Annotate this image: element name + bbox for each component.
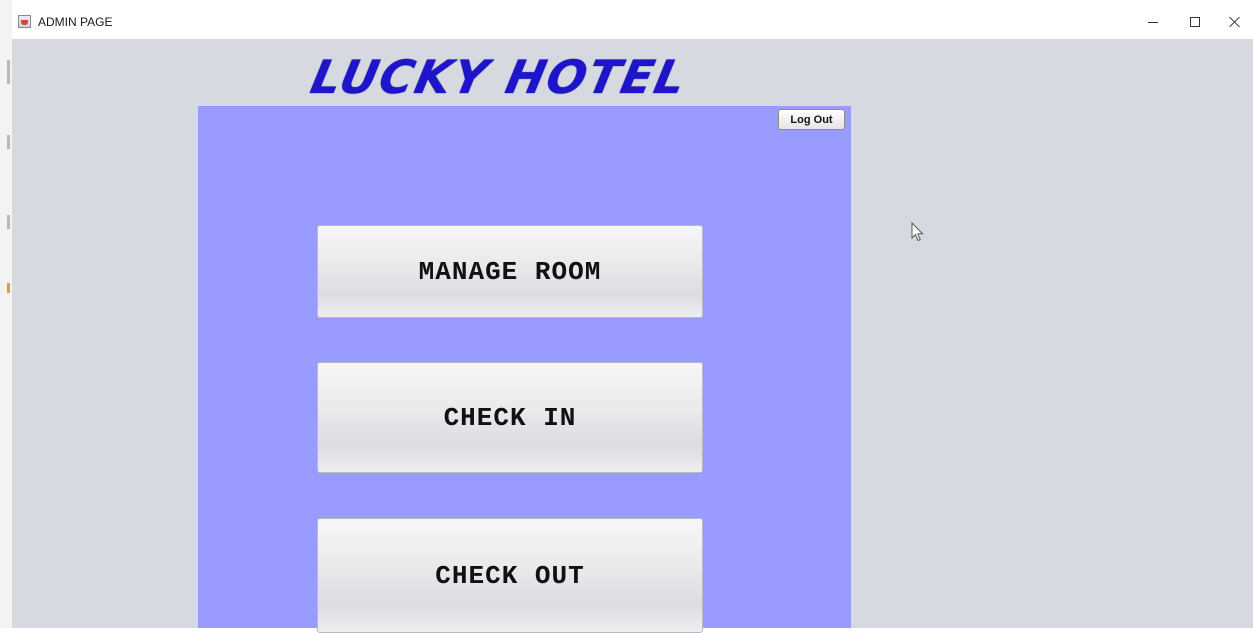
hotel-logo: LUCKY HOTEL — [306, 50, 693, 104]
admin-menu-panel: Log Out MANAGE ROOM CHECK IN CHECK OUT — [198, 106, 851, 633]
logout-button[interactable]: Log Out — [778, 109, 845, 130]
background-window-mark — [7, 135, 10, 149]
admin-window: ADMIN PAGE LUCKY HOTEL Log Out MANAGE RO… — [12, 0, 1253, 633]
manage-room-button[interactable]: MANAGE ROOM — [317, 225, 703, 318]
check-in-button[interactable]: CHECK IN — [317, 362, 703, 473]
check-out-button[interactable]: CHECK OUT — [317, 518, 703, 633]
window-title: ADMIN PAGE — [38, 15, 113, 29]
maximize-icon — [1190, 17, 1200, 27]
close-button[interactable] — [1220, 10, 1250, 34]
background-window-mark — [7, 60, 10, 84]
minimize-icon — [1148, 21, 1158, 23]
mouse-pointer-icon — [911, 222, 924, 242]
title-bar[interactable]: ADMIN PAGE — [12, 0, 1253, 39]
java-app-icon — [18, 15, 31, 28]
main-content: LUCKY HOTEL Log Out MANAGE ROOM CHECK IN… — [12, 39, 1253, 633]
background-window-mark — [7, 215, 10, 229]
close-icon — [1229, 16, 1241, 28]
maximize-button[interactable] — [1180, 10, 1210, 34]
minimize-button[interactable] — [1138, 10, 1168, 34]
background-window-mark — [7, 283, 10, 293]
